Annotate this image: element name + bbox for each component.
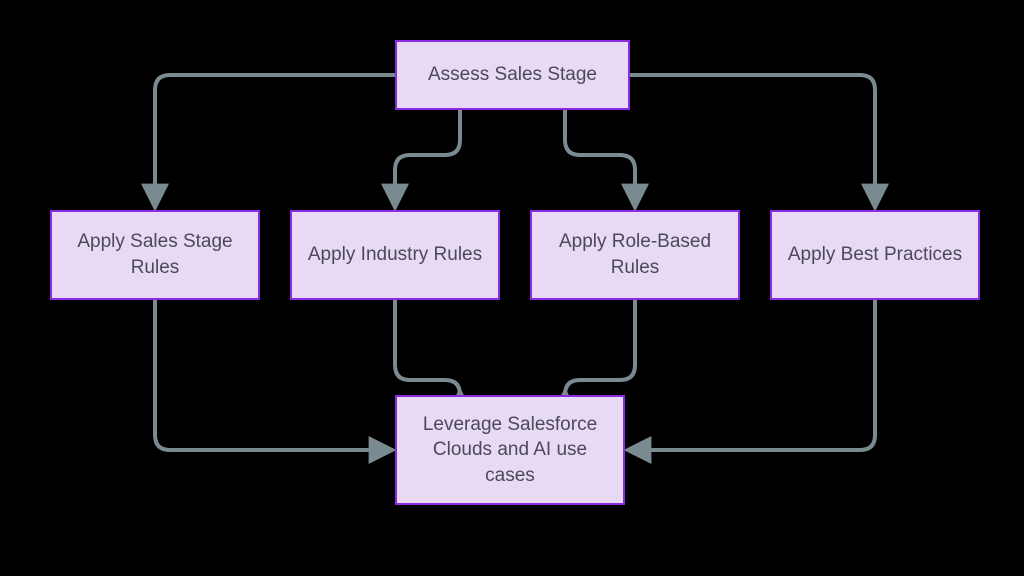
edge-m3-bottom [565, 300, 635, 395]
node-label: Apply Best Practices [788, 242, 962, 268]
edge-m4-bottom [629, 300, 875, 450]
edge-top-m3 [565, 110, 635, 206]
node-leverage-salesforce: Leverage Salesforce Clouds and AI use ca… [395, 395, 625, 505]
node-label: Assess Sales Stage [428, 62, 597, 88]
node-apply-industry-rules: Apply Industry Rules [290, 210, 500, 300]
node-apply-sales-stage-rules: Apply Sales Stage Rules [50, 210, 260, 300]
node-label: Apply Industry Rules [308, 242, 482, 268]
node-label: Apply Sales Stage Rules [66, 229, 244, 280]
node-label: Leverage Salesforce Clouds and AI use ca… [411, 412, 609, 489]
edge-top-m4 [630, 75, 875, 206]
edge-m1-bottom [155, 300, 391, 450]
node-apply-best-practices: Apply Best Practices [770, 210, 980, 300]
edge-top-m2 [395, 110, 460, 206]
edge-m2-bottom [395, 300, 460, 395]
edge-top-m1 [155, 75, 395, 206]
node-label: Apply Role-Based Rules [546, 229, 724, 280]
node-assess-sales-stage: Assess Sales Stage [395, 40, 630, 110]
node-apply-role-based-rules: Apply Role-Based Rules [530, 210, 740, 300]
